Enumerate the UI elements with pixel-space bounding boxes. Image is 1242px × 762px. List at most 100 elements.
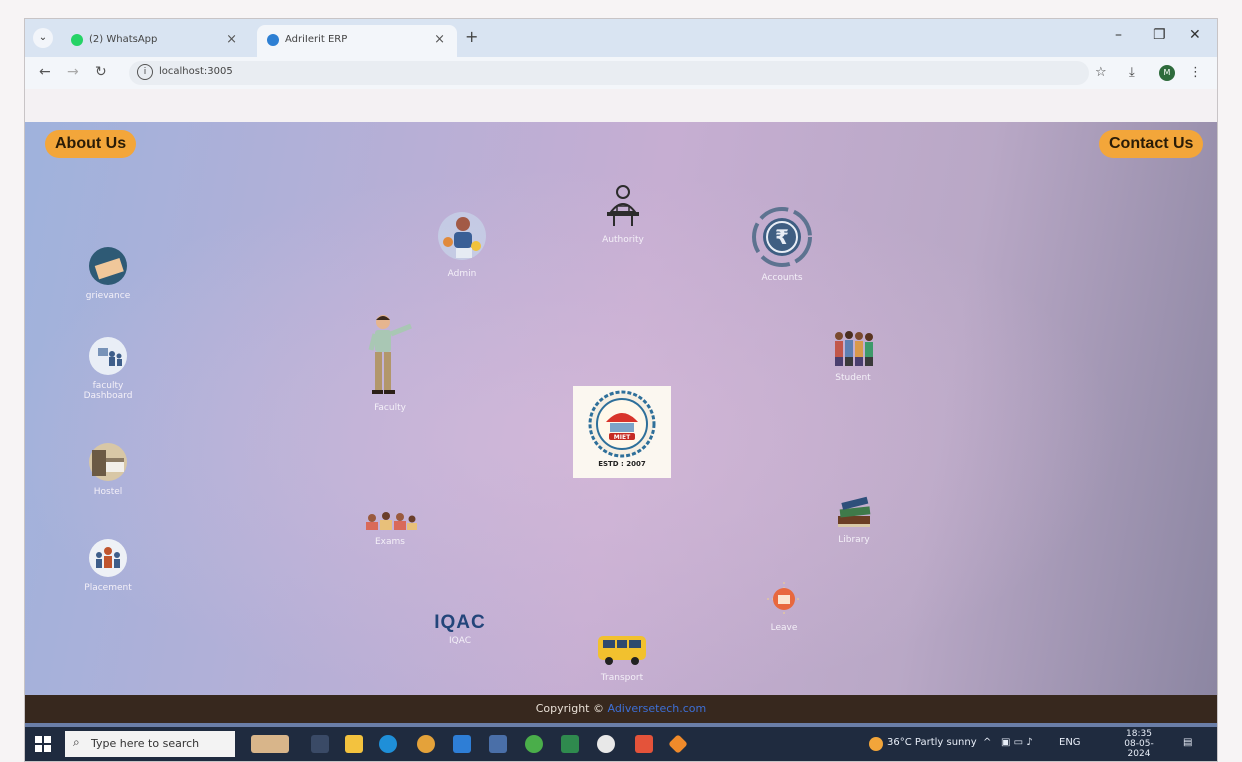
weather-icon — [869, 737, 883, 751]
tray-icons[interactable]: ▣ ▭ ♪ — [1001, 737, 1033, 748]
module-label: grievance — [85, 291, 131, 301]
profile-avatar[interactable]: M — [1159, 65, 1175, 81]
window-close-icon[interactable]: ✕ — [1189, 27, 1201, 43]
books-icon — [838, 496, 871, 527]
tab-search-icon[interactable]: ⌄ — [33, 28, 53, 48]
college-logo: MIET ESTD : 2007 — [573, 386, 671, 478]
module-admin[interactable]: Admin — [431, 208, 493, 279]
module-leave[interactable]: Leave — [761, 580, 807, 633]
chrome-icon[interactable] — [417, 735, 435, 753]
logo-estd: ESTD : 2007 — [598, 460, 646, 468]
module-label: Hostel — [93, 487, 123, 497]
edge-icon[interactable] — [379, 735, 397, 753]
logo-name: MIET — [614, 434, 631, 441]
contact-us-button[interactable]: Contact Us — [1099, 130, 1204, 158]
clock-date: 08-05-2024 — [1124, 739, 1154, 759]
task-view-icon[interactable] — [311, 735, 329, 753]
module-hostel[interactable]: Hostel — [75, 442, 141, 497]
weather-text[interactable]: 36°C Partly sunny — [887, 737, 977, 748]
leave-icon — [767, 582, 801, 616]
tab-erp[interactable]: AdriIerit ERP × — [257, 25, 457, 57]
module-label: Authority — [602, 235, 644, 245]
module-library[interactable]: Library — [829, 494, 879, 545]
module-label: Exams — [375, 537, 405, 547]
module-grievance[interactable]: grievance — [75, 246, 141, 301]
faculty-person-icon — [368, 315, 412, 394]
app-icon[interactable] — [635, 735, 653, 753]
taskbar: ⌕ Type here to search 36°C Partly sunny … — [25, 727, 1217, 761]
new-tab-icon[interactable]: + — [465, 27, 478, 46]
slack-icon[interactable] — [597, 735, 615, 753]
module-accounts[interactable]: ₹ Accounts — [747, 206, 817, 283]
module-authority[interactable]: Authority — [593, 182, 653, 245]
language-indicator[interactable]: ENG — [1059, 737, 1081, 748]
module-label: Transport — [600, 673, 644, 683]
page-background: ⌄ (2) WhatsApp × AdriIerit ERP × + – ❐ ✕… — [0, 0, 1242, 762]
file-explorer-icon[interactable] — [345, 735, 363, 753]
footer: Copyright © Adiversetech.com — [25, 695, 1217, 723]
copyright-text: Copyright © — [535, 702, 608, 715]
browser-window: ⌄ (2) WhatsApp × AdriIerit ERP × + – ❐ ✕… — [24, 18, 1218, 762]
windows-start-icon[interactable] — [35, 736, 51, 752]
miet-logo-icon: MIET ESTD : 2007 — [588, 390, 656, 468]
faculty-dashboard-icon — [89, 337, 127, 375]
tab-title: AdriIerit ERP — [285, 34, 348, 45]
back-icon[interactable]: ← — [39, 64, 51, 80]
module-label: IQAC — [448, 636, 472, 646]
erp-home: About Us Contact Us grievance faculty Da… — [25, 122, 1217, 695]
reload-icon[interactable]: ↻ — [95, 64, 107, 80]
placement-icon — [89, 539, 127, 577]
restore-icon[interactable]: ❐ — [1153, 27, 1166, 43]
module-exams[interactable]: Exams — [359, 510, 421, 547]
whatsapp-favicon-icon — [71, 34, 83, 46]
address-bar[interactable]: i localhost:3005 — [129, 61, 1089, 85]
rupee-icon: ₹ — [752, 207, 812, 267]
module-iqac[interactable]: IQAC IQAC — [423, 612, 497, 646]
module-faculty[interactable]: Faculty — [359, 312, 421, 413]
close-icon[interactable]: × — [226, 32, 237, 47]
exams-icon — [366, 512, 417, 530]
notification-icon[interactable]: ▤ — [1183, 737, 1192, 748]
clock[interactable]: 18:35 08-05-2024 — [1113, 729, 1165, 759]
site-info-icon[interactable]: i — [137, 64, 153, 80]
bookmark-star-icon[interactable]: ☆ — [1095, 65, 1107, 80]
students-icon — [835, 331, 873, 366]
iqac-logo-text: IQAC — [434, 612, 486, 633]
viewport-margin — [25, 89, 1217, 122]
module-transport[interactable]: Transport — [589, 630, 655, 683]
minimize-icon[interactable]: – — [1115, 27, 1122, 43]
database-icon[interactable] — [489, 735, 507, 753]
module-student[interactable]: Student — [825, 328, 881, 383]
vscode-icon[interactable] — [453, 735, 471, 753]
footer-link[interactable]: Adiversetech.com — [607, 702, 706, 715]
module-label: Placement — [84, 583, 132, 593]
search-placeholder: Type here to search — [91, 737, 200, 750]
module-label: Admin — [447, 269, 477, 279]
tab-title: (2) WhatsApp — [89, 34, 158, 45]
module-label: Student — [835, 373, 871, 383]
tab-whatsapp[interactable]: (2) WhatsApp × — [61, 25, 249, 57]
module-label: Library — [838, 535, 870, 545]
module-placement[interactable]: Placement — [73, 538, 143, 593]
module-label: faculty — [92, 381, 124, 391]
forward-icon[interactable]: → — [67, 64, 79, 80]
module-faculty-dashboard[interactable]: faculty Dashboard — [73, 336, 143, 401]
about-us-button[interactable]: About Us — [45, 130, 137, 158]
module-label: Leave — [770, 623, 798, 633]
browser-menu-icon[interactable]: ⋮ — [1189, 65, 1202, 80]
taskbar-search[interactable]: ⌕ Type here to search — [65, 731, 235, 757]
search-highlight-icon — [251, 735, 289, 753]
search-icon: ⌕ — [73, 735, 80, 749]
download-icon[interactable]: ⤓ — [1129, 65, 1135, 80]
module-label: Faculty — [374, 403, 406, 413]
module-label: Accounts — [761, 273, 803, 283]
module-label: Dashboard — [83, 391, 133, 401]
close-icon[interactable]: × — [434, 32, 445, 47]
excel-icon[interactable] — [561, 735, 579, 753]
mongodb-icon[interactable] — [525, 735, 543, 753]
hostel-icon — [89, 443, 127, 481]
git-icon[interactable] — [668, 734, 688, 754]
erp-favicon-icon — [267, 34, 279, 46]
tray-chevron-icon[interactable]: ^ — [983, 737, 991, 748]
grievance-icon — [89, 247, 127, 285]
